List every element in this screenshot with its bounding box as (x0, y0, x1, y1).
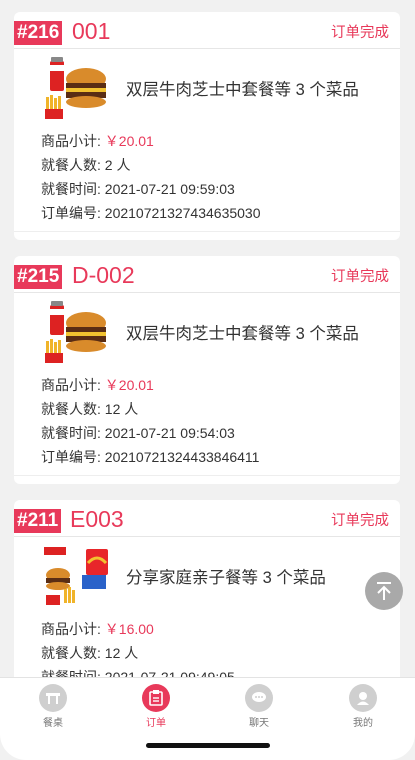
time-row: 就餐时间: 2021-07-21 09:59:03 (14, 177, 400, 201)
time-label: 就餐时间: (41, 181, 101, 197)
product-summary[interactable]: 双层牛肉芝士中套餐等 3 个菜品 (14, 49, 400, 129)
order-no-value: 20210721324433846411 (104, 449, 260, 465)
burger-meal-icon (45, 301, 106, 363)
back-to-top-button[interactable] (365, 572, 403, 610)
order-no-row: 订单编号: 20210721324433846411 (14, 445, 400, 469)
order-list[interactable]: #216 001 订单完成 双层牛肉芝士中套餐等 3 个菜品 商品小计: ￥20… (0, 0, 415, 680)
order-status: 订单完成 (331, 25, 389, 41)
table-number: 001 (72, 18, 111, 44)
order-card[interactable]: #216 001 订单完成 双层牛肉芝士中套餐等 3 个菜品 商品小计: ￥20… (14, 12, 400, 240)
product-name: 分享家庭亲子餐等 3 个菜品 (126, 569, 326, 587)
chat-icon (245, 684, 273, 712)
subtotal-value: ￥20.01 (104, 133, 154, 149)
product-summary[interactable]: 双层牛肉芝士中套餐等 3 个菜品 (14, 293, 400, 373)
subtotal-label: 商品小计: (41, 377, 101, 393)
subtotal-value: ￥16.00 (104, 621, 154, 637)
tab-label: 订单 (146, 718, 166, 729)
order-status: 订单完成 (331, 269, 389, 285)
diners-label: 就餐人数: (41, 157, 101, 173)
tab-orders[interactable]: 订单 (126, 684, 186, 729)
diners-label: 就餐人数: (41, 401, 101, 417)
order-number-badge: #216 (14, 21, 63, 45)
profile-icon (349, 684, 377, 712)
tab-label: 聊天 (249, 718, 269, 729)
diners-row: 就餐人数: 2 人 (14, 153, 400, 177)
time-value: 2021-07-21 09:59:03 (104, 181, 235, 197)
diners-label: 就餐人数: (41, 645, 101, 661)
order-header: #216 001 订单完成 (14, 12, 400, 49)
time-label: 就餐时间: (41, 425, 101, 441)
order-no-label: 订单编号: (41, 449, 101, 465)
order-no-row: 订单编号: 20210721327434635030 (14, 201, 400, 225)
card-divider (14, 475, 400, 488)
product-name: 双层牛肉芝士中套餐等 3 个菜品 (126, 81, 359, 99)
order-status: 订单完成 (331, 513, 389, 529)
tab-label: 餐桌 (43, 718, 63, 729)
subtotal-value: ￥20.01 (104, 377, 154, 393)
burger-meal-icon (45, 57, 106, 119)
tab-table[interactable]: 餐桌 (23, 684, 83, 729)
card-divider (14, 231, 400, 244)
time-value: 2021-07-21 09:54:03 (104, 425, 235, 441)
table-number: D-002 (72, 262, 135, 288)
order-no-value: 20210721327434635030 (104, 205, 261, 221)
order-number-badge: #211 (14, 509, 62, 533)
product-name: 双层牛肉芝士中套餐等 3 个菜品 (126, 325, 359, 343)
order-header: #211 E003 订单完成 (14, 500, 400, 537)
arrow-up-icon (377, 582, 391, 600)
order-icon (142, 684, 170, 712)
order-card[interactable]: #215 D-002 订单完成 双层牛肉芝士中套餐等 3 个菜品 商品小计: ￥… (14, 256, 400, 484)
diners-row: 就餐人数: 12 人 (14, 641, 400, 665)
subtotal-row: 商品小计: ￥16.00 (14, 617, 400, 641)
home-indicator (146, 743, 270, 748)
tab-label: 我的 (353, 718, 373, 729)
diners-value: 12 人 (104, 645, 139, 661)
subtotal-label: 商品小计: (41, 621, 101, 637)
order-card[interactable]: #211 E003 订单完成 分享家庭亲子餐等 3 个菜品 商品小计: ￥16.… (14, 500, 400, 680)
subtotal-label: 商品小计: (41, 133, 101, 149)
tab-profile[interactable]: 我的 (333, 684, 393, 729)
family-meal-icon (44, 547, 108, 605)
subtotal-row: 商品小计: ￥20.01 (14, 373, 400, 397)
subtotal-row: 商品小计: ￥20.01 (14, 129, 400, 153)
time-row: 就餐时间: 2021-07-21 09:54:03 (14, 421, 400, 445)
diners-value: 2 人 (104, 157, 131, 173)
diners-row: 就餐人数: 12 人 (14, 397, 400, 421)
order-header: #215 D-002 订单完成 (14, 256, 400, 293)
order-number-badge: #215 (14, 265, 63, 289)
tab-chat[interactable]: 聊天 (229, 684, 289, 729)
table-number: E003 (70, 506, 124, 532)
diners-value: 12 人 (104, 401, 139, 417)
order-no-label: 订单编号: (41, 205, 101, 221)
table-icon (39, 684, 67, 712)
product-summary[interactable]: 分享家庭亲子餐等 3 个菜品 (14, 537, 400, 617)
